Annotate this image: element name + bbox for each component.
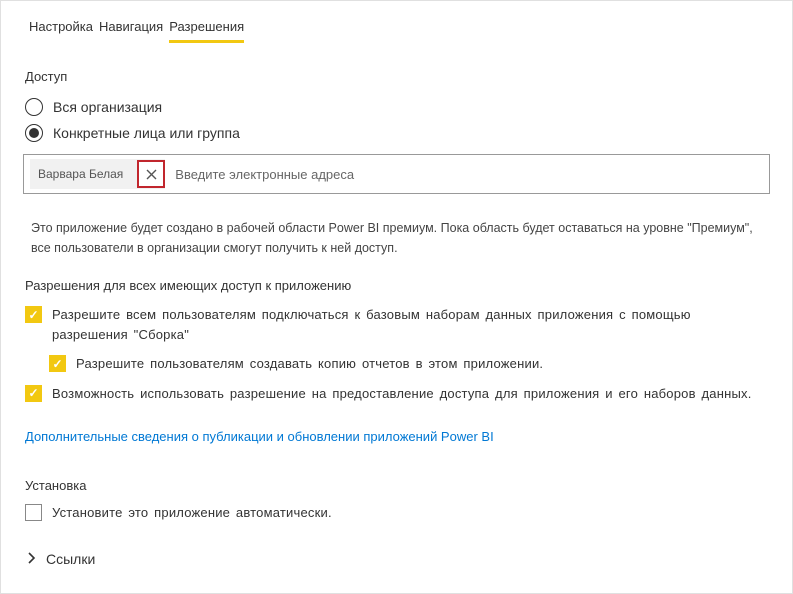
perm-connect-datasets: ✓ Разрешите всем пользователям подключат… xyxy=(25,305,768,344)
checkbox-checked-icon[interactable]: ✓ xyxy=(25,306,42,323)
radio-entire-org[interactable]: Вся организация xyxy=(25,98,768,116)
radio-entire-org-label: Вся организация xyxy=(53,99,162,115)
checkbox-checked-icon[interactable]: ✓ xyxy=(49,355,66,372)
radio-specific[interactable]: Конкретные лица или группа xyxy=(25,124,768,142)
checkbox-checked-icon[interactable]: ✓ xyxy=(25,385,42,402)
info-text: Это приложение будет создано в рабочей о… xyxy=(31,218,762,258)
install-auto-row: Установите это приложение автоматически. xyxy=(25,503,768,523)
radio-specific-label: Конкретные лица или группа xyxy=(53,125,240,141)
links-expander[interactable]: Ссылки xyxy=(27,551,766,568)
install-auto-label: Установите это приложение автоматически. xyxy=(52,503,332,523)
tab-navigation[interactable]: Навигация xyxy=(99,19,163,43)
user-chip: Варвара Белая xyxy=(30,159,165,189)
checkbox-unchecked-icon[interactable] xyxy=(25,504,42,521)
user-chip-name: Варвара Белая xyxy=(30,167,135,181)
learn-more-link[interactable]: Дополнительные сведения о публикации и о… xyxy=(25,429,494,444)
perm-copy-reports: ✓ Разрешите пользователям создавать копи… xyxy=(49,354,768,374)
tab-permissions[interactable]: Разрешения xyxy=(169,19,244,43)
tab-setup[interactable]: Настройка xyxy=(29,19,93,43)
chevron-right-icon xyxy=(27,551,36,568)
install-heading: Установка xyxy=(25,478,768,493)
close-icon[interactable] xyxy=(137,160,165,188)
perm-copy-label: Разрешите пользователям создавать копию … xyxy=(76,354,543,374)
perm-connect-label: Разрешите всем пользователям подключатьс… xyxy=(52,305,768,344)
email-input[interactable] xyxy=(165,160,763,188)
radio-unchecked-icon xyxy=(25,98,43,116)
permissions-heading: Разрешения для всех имеющих доступ к при… xyxy=(25,278,768,293)
radio-checked-icon xyxy=(25,124,43,142)
tabs-bar: Настройка Навигация Разрешения xyxy=(1,1,792,43)
access-heading: Доступ xyxy=(25,69,768,84)
perm-grant-access: ✓ Возможность использовать разрешение на… xyxy=(25,384,768,404)
people-input-box: Варвара Белая xyxy=(23,154,770,194)
perm-grant-label: Возможность использовать разрешение на п… xyxy=(52,384,752,404)
links-label: Ссылки xyxy=(46,551,95,567)
